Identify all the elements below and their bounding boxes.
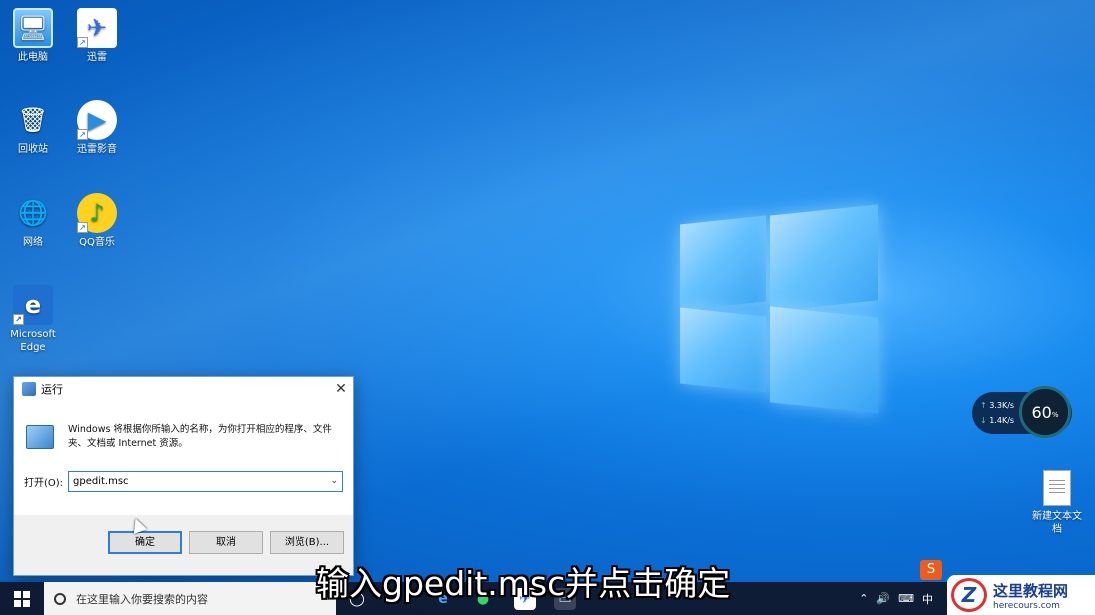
close-button[interactable]: ✕ — [329, 378, 353, 400]
upload-arrow-icon: ↑ — [980, 401, 987, 410]
windows-logo-wallpaper — [680, 204, 880, 414]
recycle-bin-icon: 🗑 — [17, 105, 49, 134]
download-unit: K/s — [1001, 416, 1015, 425]
download-arrow-icon: ↓ — [980, 416, 987, 425]
desktop-icon-label: 迅雷影音 — [77, 144, 117, 155]
ime-indicator[interactable]: 中 — [922, 591, 933, 607]
desktop-icon-text-file[interactable]: 新建文本文档 — [1028, 470, 1086, 536]
text-document-icon — [1043, 470, 1071, 506]
edge-icon: e ↗ — [13, 285, 53, 325]
open-input[interactable]: gpedit.msc ⌄ — [68, 471, 343, 492]
desktop-icon-qq-music[interactable]: ♪ ↗ QQ音乐 — [66, 193, 128, 249]
desktop-icon-xunlei-player[interactable]: ▶ ↗ 迅雷影音 — [66, 100, 128, 156]
run-dialog-title: 运行 — [41, 383, 63, 396]
desktop-icon-this-pc[interactable]: 🖥 此电脑 — [2, 8, 64, 64]
speed-rates: ↑ 3.3K/s ↓ 1.4K/s — [980, 398, 1014, 428]
keyboard-icon[interactable]: ⌨ — [898, 592, 914, 605]
run-program-icon — [26, 425, 54, 449]
run-icon — [22, 382, 36, 396]
cancel-button[interactable]: 取消 — [189, 531, 263, 554]
chevron-up-icon[interactable]: ⌃ — [859, 592, 868, 605]
desktop-icon-label: Microsoft Edge — [10, 329, 56, 353]
open-label: 打开(O): — [24, 478, 64, 489]
percent-unit: % — [1051, 411, 1059, 419]
network-icon: 🌐 — [18, 198, 48, 227]
xunlei-icon: ✈ ↗ — [77, 8, 117, 48]
desktop-icon-xunlei[interactable]: ✈ ↗ 迅雷 — [66, 8, 128, 64]
computer-icon: 🖥 — [13, 8, 53, 48]
memory-percent-ring: 60% — [1019, 386, 1071, 438]
desktop-icon-label: 网络 — [23, 237, 43, 248]
desktop-icon-edge[interactable]: e ↗ Microsoft Edge — [2, 285, 64, 354]
run-dialog-titlebar[interactable]: 运行 ✕ — [14, 377, 353, 401]
run-dialog-body: Windows 将根据你所输入的名称，为你打开相应的程序、文件夹、文档或 Int… — [14, 401, 353, 515]
watermark-logo-icon: Z — [951, 578, 987, 612]
start-button[interactable] — [0, 582, 44, 615]
desktop-icon-label: 回收站 — [18, 144, 48, 155]
ok-button[interactable]: 确定 — [108, 531, 182, 554]
desktop-icon-label: 迅雷 — [87, 52, 107, 63]
desktop-icon-label: 新建文本文档 — [1032, 511, 1082, 535]
upload-speed: 3.3 — [989, 401, 1002, 410]
watermark-url: herecours.com — [993, 600, 1060, 611]
percent-value: 60 — [1031, 402, 1052, 422]
close-icon: ✕ — [335, 381, 347, 397]
upload-unit: K/s — [1001, 401, 1015, 410]
network-speed-widget[interactable]: ↑ 3.3K/s ↓ 1.4K/s 60% — [972, 386, 1072, 438]
search-placeholder: 在这里输入你要搜索的内容 — [76, 592, 208, 606]
volume-icon[interactable]: 🔊 — [876, 592, 890, 605]
desktop-icon-label: QQ音乐 — [79, 237, 115, 248]
desktop-icon-recycle-bin[interactable]: 🗑 回收站 — [2, 100, 64, 156]
watermark-title: 这里教程网 — [993, 581, 1069, 600]
xunlei-player-icon: ▶ ↗ — [77, 100, 117, 140]
search-icon — [54, 592, 66, 605]
sogou-ime-icon[interactable]: S — [920, 560, 942, 580]
windows-start-icon — [14, 590, 30, 607]
desktop-icon-network[interactable]: 🌐 网络 — [2, 193, 64, 249]
run-dialog: 运行 ✕ Windows 将根据你所输入的名称，为你打开相应的程序、文件夹、文档… — [13, 376, 354, 576]
chevron-down-icon[interactable]: ⌄ — [330, 472, 338, 491]
run-dialog-description: Windows 将根据你所输入的名称，为你打开相应的程序、文件夹、文档或 Int… — [68, 424, 332, 449]
taskbar-search-box[interactable]: 在这里输入你要搜索的内容 — [44, 582, 336, 615]
download-speed: 1.4 — [989, 416, 1002, 425]
video-subtitle: 输入gpedit.msc并点击确定 — [316, 564, 731, 603]
qq-music-icon: ♪ ↗ — [77, 193, 117, 233]
browse-button[interactable]: 浏览(B)... — [270, 531, 344, 554]
desktop-icon-label: 此电脑 — [18, 52, 48, 63]
watermark: Z 这里教程网 herecours.com — [947, 575, 1095, 615]
open-input-value: gpedit.msc — [73, 476, 129, 487]
